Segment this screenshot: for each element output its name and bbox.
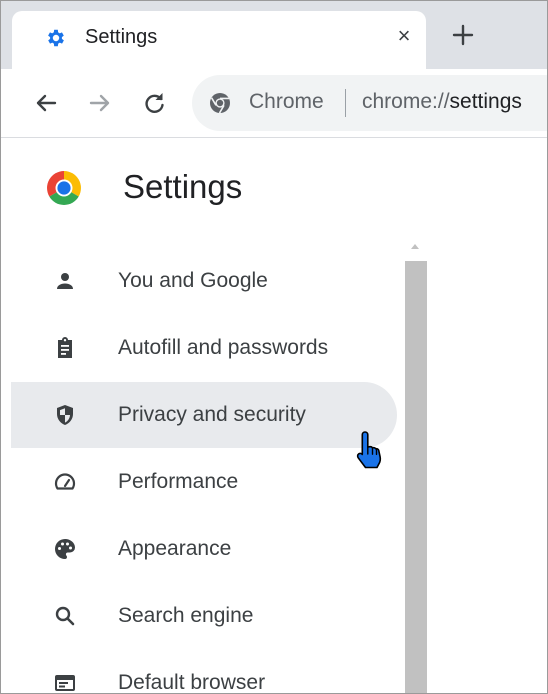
sidebar-item-privacy-and-security[interactable]: Privacy and security xyxy=(11,382,397,448)
chip-divider xyxy=(345,89,346,117)
sidebar-item-label: Privacy and security xyxy=(118,403,306,426)
person-icon xyxy=(57,273,73,289)
tab-strip: Settings × xyxy=(1,1,547,69)
settings-sidebar: You and Google Autofill and passwords Pr… xyxy=(1,245,401,694)
url-text: chrome://settings xyxy=(362,90,522,114)
arrow-left-icon[interactable] xyxy=(31,88,61,118)
reload-icon[interactable] xyxy=(139,88,169,118)
sidebar-item-label: Appearance xyxy=(118,537,232,560)
toolbar: Chrome chrome://settings xyxy=(1,69,547,138)
scroll-up-arrow[interactable] xyxy=(405,236,425,256)
tab-settings[interactable]: Settings × xyxy=(12,11,426,69)
new-tab-icon[interactable] xyxy=(448,20,478,50)
sidebar-item-performance[interactable]: Performance xyxy=(11,449,397,515)
palette-icon xyxy=(55,539,75,559)
url-scheme: chrome:// xyxy=(362,90,450,113)
sidebar-item-autofill[interactable]: Autofill and passwords xyxy=(11,315,397,381)
scrollbar-thumb[interactable] xyxy=(405,261,427,693)
sidebar-item-label: Search engine xyxy=(118,604,254,627)
sidebar-item-you-and-google[interactable]: You and Google xyxy=(11,248,397,314)
sidebar-item-appearance[interactable]: Appearance xyxy=(11,516,397,582)
sidebar-item-label: You and Google xyxy=(118,269,268,292)
page-title: Settings xyxy=(123,168,243,205)
address-bar[interactable]: Chrome chrome://settings xyxy=(192,75,547,131)
sidebar-item-search-engine[interactable]: Search engine xyxy=(11,583,397,649)
chrome-page-icon[interactable] xyxy=(208,91,232,115)
clipboard-icon xyxy=(58,337,72,358)
site-chip: Chrome xyxy=(249,90,324,113)
browser-window-icon xyxy=(55,675,75,691)
gear-icon xyxy=(48,29,64,47)
search-icon xyxy=(55,606,75,626)
arrow-right-icon[interactable] xyxy=(85,88,115,118)
chrome-logo xyxy=(47,171,81,205)
sidebar-item-default-browser[interactable]: Default browser xyxy=(11,650,397,694)
browser-window: Settings × Chrome chrome://settings Sett… xyxy=(0,0,548,694)
sidebar-item-label: Autofill and passwords xyxy=(118,336,329,359)
tab-title: Settings xyxy=(85,26,158,48)
speedometer-icon xyxy=(54,473,76,490)
hand-pointer-cursor xyxy=(356,431,382,469)
url-host: settings xyxy=(449,90,522,113)
sidebar-item-label: Performance xyxy=(118,470,239,493)
shield-icon xyxy=(57,405,73,425)
close-tab-icon[interactable]: × xyxy=(392,24,416,48)
sidebar-item-label: Default browser xyxy=(118,671,266,694)
